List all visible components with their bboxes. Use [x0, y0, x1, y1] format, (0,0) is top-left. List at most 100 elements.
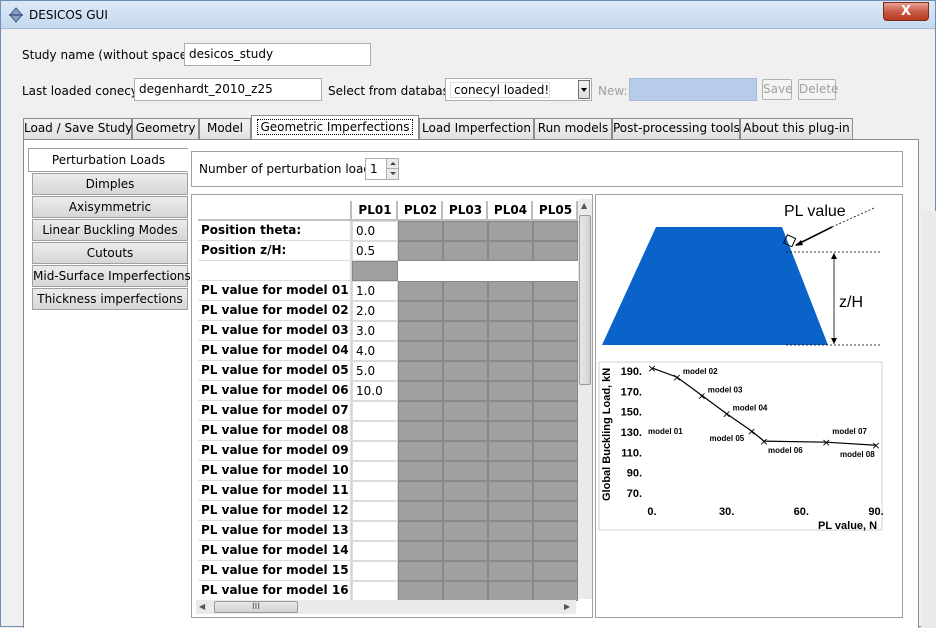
x-tick-label: 30.	[719, 506, 734, 518]
table-cell-disabled	[533, 501, 578, 521]
tab-model[interactable]: Model	[199, 118, 251, 139]
side-tab-mid-surface[interactable]: Mid-Surface Imperfections	[32, 265, 191, 287]
scroll-right-icon[interactable]: ▶	[564, 602, 570, 611]
table-cell[interactable]: 5.0	[352, 361, 398, 381]
npl-label: Number of perturbation loads:	[199, 162, 382, 176]
table-cell-disabled	[488, 501, 533, 521]
side-tab-cutouts[interactable]: Cutouts	[32, 242, 188, 264]
table-cell-disabled	[488, 341, 533, 361]
tab-load-imperfection[interactable]: Load Imperfection	[419, 118, 534, 139]
tab-geometry[interactable]: Geometry	[132, 118, 199, 139]
table-vertical-scrollbar[interactable]: ▲	[578, 199, 592, 599]
table-cell-disabled	[398, 401, 443, 421]
delete-button[interactable]: Delete	[798, 79, 838, 100]
row-header: PL value for model 14	[198, 541, 352, 561]
tab-run-models[interactable]: Run models	[534, 118, 612, 139]
zh-arrow-down-icon	[831, 338, 837, 344]
row-header: PL value for model 09	[198, 441, 352, 461]
scroll-left-icon[interactable]: ◀	[199, 602, 205, 611]
table-horizontal-scrollbar[interactable]: ◀ III ▶	[196, 600, 576, 614]
table-cell[interactable]	[352, 581, 398, 601]
table-cell[interactable]	[352, 461, 398, 481]
table-cell[interactable]	[352, 501, 398, 521]
table-cell[interactable]: 0.5	[352, 241, 398, 261]
table-cell-disabled	[533, 381, 578, 401]
pl-value-label: PL value	[784, 203, 846, 220]
side-tab-perturbation-loads[interactable]: Perturbation Loads	[28, 148, 188, 172]
row-header: PL value for model 01	[198, 281, 352, 301]
table-cell[interactable]	[352, 401, 398, 421]
table-cell-disabled	[443, 561, 488, 581]
table-cell[interactable]	[352, 481, 398, 501]
y-tick-label: 170.	[621, 386, 642, 398]
table-cell[interactable]	[352, 541, 398, 561]
table-cell[interactable]: 3.0	[352, 321, 398, 341]
study-name-input[interactable]: desicos_study	[184, 43, 371, 66]
tab-geometric-imperfections[interactable]: Geometric Imperfections	[251, 115, 419, 139]
column-header: PL05	[533, 201, 578, 221]
table-cell-disabled	[398, 381, 443, 401]
data-point-label: model 08	[840, 450, 875, 459]
row-header: Position z/H:	[198, 241, 352, 261]
tab-load-save-study[interactable]: Load / Save Study	[23, 118, 132, 139]
new-conecyl-input[interactable]	[629, 78, 757, 101]
table-cell-disabled	[443, 481, 488, 501]
row-header: PL value for model 11	[198, 481, 352, 501]
table-cell-disabled	[443, 421, 488, 441]
spin-down-icon[interactable]	[386, 169, 398, 179]
zh-label: z/H	[839, 294, 863, 311]
table-cell-disabled	[443, 501, 488, 521]
table-cell-disabled	[398, 221, 443, 241]
table-cell-disabled	[533, 541, 578, 561]
scroll-up-icon[interactable]: ▲	[581, 201, 587, 210]
table-cell[interactable]	[352, 521, 398, 541]
table-cell[interactable]	[352, 421, 398, 441]
column-header: PL02	[398, 201, 443, 221]
cone-shape	[602, 227, 828, 345]
database-select[interactable]: conecyl loaded!	[445, 78, 592, 101]
table-cell-disabled	[398, 241, 443, 261]
row-header: PL value for model 16	[198, 581, 352, 601]
table-cell-disabled	[488, 541, 533, 561]
table-hscroll-thumb[interactable]: III	[214, 601, 298, 613]
side-tab-thickness[interactable]: Thickness imperfections	[32, 288, 188, 310]
table-cell-disabled	[398, 341, 443, 361]
table-cell[interactable]: 1.0	[352, 281, 398, 301]
table-cell-disabled	[398, 481, 443, 501]
tab-about[interactable]: About this plug-in	[740, 118, 853, 139]
last-conecyl-input[interactable]: degenhardt_2010_z25	[134, 78, 322, 101]
table-cell-disabled	[443, 321, 488, 341]
table-cell-disabled	[488, 461, 533, 481]
table-cell[interactable]	[352, 561, 398, 581]
y-tick-label: 90.	[627, 468, 642, 480]
database-select-value: conecyl loaded!	[450, 82, 551, 98]
side-tab-axisymmetric[interactable]: Axisymmetric	[32, 196, 188, 218]
data-point-label: model 05	[710, 434, 745, 443]
table-cell[interactable]: 2.0	[352, 301, 398, 321]
npl-spinbox[interactable]: 1	[365, 158, 399, 180]
tab-post-processing[interactable]: Post-processing tools	[612, 118, 740, 139]
table-cell-disabled	[488, 241, 533, 261]
table-cell-disabled	[398, 421, 443, 441]
chevron-down-icon[interactable]	[578, 80, 590, 99]
table-cell[interactable]: 10.0	[352, 381, 398, 401]
table-cell[interactable]: 0.0	[352, 221, 398, 241]
tab-geometric-imperfections-label: Geometric Imperfections	[257, 119, 413, 135]
data-point-label: model 01	[648, 427, 683, 436]
y-tick-label: 130.	[621, 427, 642, 439]
table-cell-disabled	[398, 541, 443, 561]
table-vscroll-thumb[interactable]	[579, 215, 591, 385]
spin-up-icon[interactable]	[386, 159, 398, 169]
close-button[interactable]: X	[883, 2, 929, 21]
npl-frame: Number of perturbation loads: 1	[191, 151, 903, 187]
side-tab-linear-buckling-modes[interactable]: Linear Buckling Modes	[32, 219, 188, 241]
table-cell-disabled	[488, 221, 533, 241]
table-cell[interactable]: 4.0	[352, 341, 398, 361]
save-button[interactable]: Save	[762, 79, 792, 100]
table-cell[interactable]	[352, 441, 398, 461]
window-scrollbar[interactable]	[921, 211, 936, 628]
table-cell-disabled	[533, 281, 578, 301]
table-cell-disabled	[398, 361, 443, 381]
side-tab-dimples[interactable]: Dimples	[32, 173, 188, 195]
table-cell-disabled	[533, 561, 578, 581]
